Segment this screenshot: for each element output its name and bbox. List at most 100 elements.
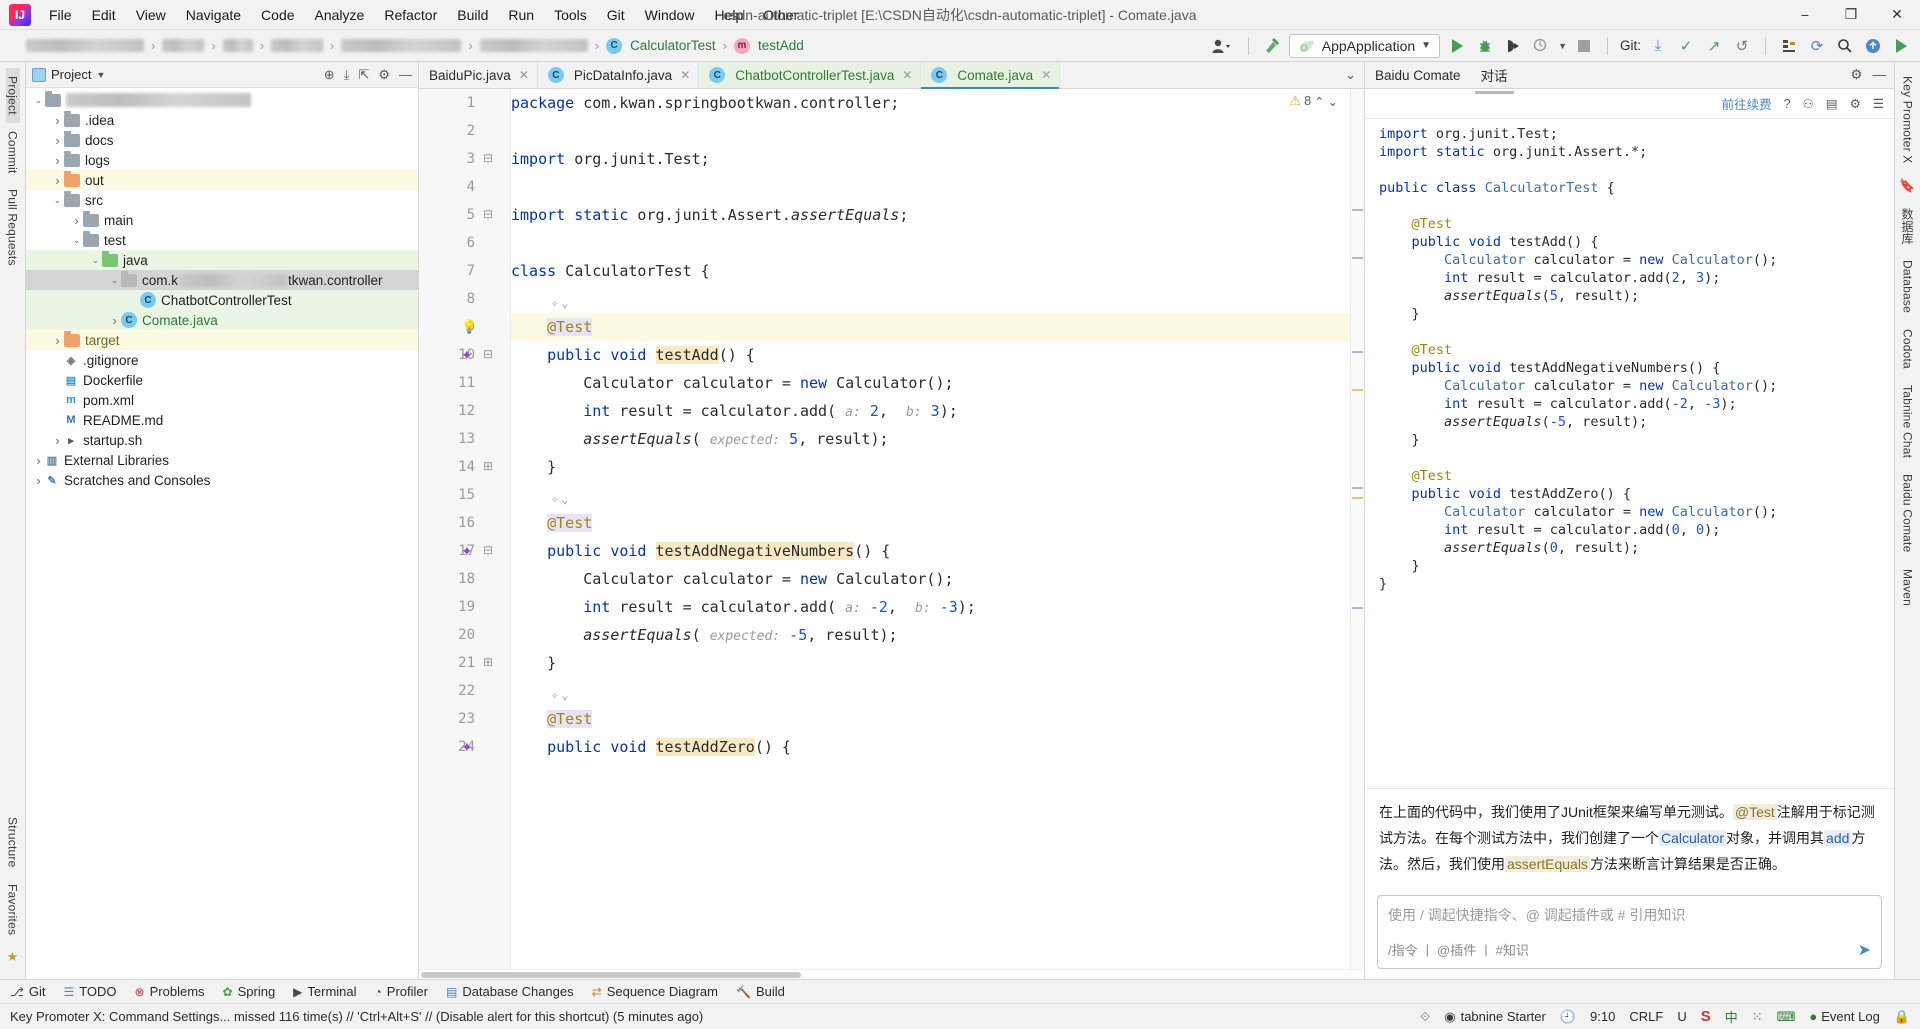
fold-marker-static-import[interactable]: ⊟ xyxy=(483,207,493,221)
account-icon[interactable]: ⚇ xyxy=(1803,96,1814,111)
tree-node[interactable]: › ▥ External Libraries xyxy=(26,450,418,470)
code-line[interactable] xyxy=(511,481,1364,509)
project-panel-title[interactable]: Project ▼ xyxy=(32,67,105,82)
code-line[interactable]: @Test xyxy=(511,509,1364,537)
chevron-right-icon[interactable]: › xyxy=(51,333,64,348)
code-line[interactable]: @Test xyxy=(511,705,1364,733)
encoding[interactable]: U xyxy=(1677,1009,1686,1024)
renew-link[interactable]: 前往续费 xyxy=(1722,94,1772,113)
code-content[interactable]: package com.kwan.springbootkwan.controll… xyxy=(511,89,1364,969)
menu-help[interactable]: Help xyxy=(704,3,753,27)
search-icon[interactable] xyxy=(1834,35,1856,57)
menu-window[interactable]: Window xyxy=(635,3,705,27)
settings-icon[interactable]: ⚙ xyxy=(1850,96,1861,111)
chevron-right-icon[interactable]: › xyxy=(32,473,45,488)
chevron-down-icon[interactable]: ⌄ xyxy=(70,235,83,246)
chevron-right-icon[interactable]: › xyxy=(51,433,64,448)
chevron-down-icon[interactable]: ⌄ xyxy=(51,195,64,206)
menu-icon[interactable]: ☰ xyxy=(1873,96,1884,111)
code-line[interactable]: class CalculatorTest { xyxy=(511,257,1364,285)
intention-bulb-icon[interactable]: 💡 xyxy=(461,319,477,335)
expand-icon[interactable]: ⇱ xyxy=(358,67,369,83)
rail-item-commit[interactable]: Commit xyxy=(6,123,20,182)
tree-node[interactable]: › ▸ startup.sh xyxy=(26,430,418,450)
comate-tab-main[interactable]: Baidu Comate xyxy=(1373,64,1463,87)
chevron-right-icon[interactable]: › xyxy=(70,213,83,228)
comate-inlay-hint[interactable]: ✧ ⌄ xyxy=(551,492,568,506)
menu-edit[interactable]: Edit xyxy=(82,3,126,27)
fold-marker-import[interactable]: ⊟ xyxy=(483,151,493,165)
caret-position[interactable]: 9:10 xyxy=(1590,1009,1615,1024)
menu-view[interactable]: View xyxy=(126,3,176,27)
star-icon[interactable]: ★ xyxy=(7,943,19,971)
editor-marker-strip[interactable] xyxy=(1350,89,1364,969)
code-line[interactable] xyxy=(511,229,1364,257)
breadcrumb-blurred-1[interactable] xyxy=(26,39,144,52)
code-line[interactable]: public void testAddNegativeNumbers() { xyxy=(511,537,1364,565)
chevron-down-icon[interactable]: ⌄ xyxy=(32,95,45,106)
update-icon[interactable]: ⟳ xyxy=(1806,35,1828,57)
send-icon[interactable]: ➤ xyxy=(1858,940,1871,960)
collapse-icon[interactable]: ⤓ xyxy=(344,67,350,83)
chevron-right-icon[interactable]: › xyxy=(32,453,45,468)
editor-tab-baidupic[interactable]: BaiduPic.java ✕ xyxy=(419,62,538,88)
code-line[interactable]: int result = calculator.add( a: 2, b: 3)… xyxy=(511,397,1364,425)
stop-icon[interactable] xyxy=(1573,35,1595,57)
code-line[interactable]: public void testAddZero() { xyxy=(511,733,1364,761)
close-icon[interactable]: ✕ xyxy=(680,68,690,82)
rail-item-pull-requests[interactable]: Pull Requests xyxy=(6,181,20,274)
code-line[interactable]: Calculator calculator = new Calculator()… xyxy=(511,369,1364,397)
fold-marker-method-1[interactable]: ⊟ xyxy=(483,347,493,361)
code-line[interactable] xyxy=(511,285,1364,313)
rail-item-maven[interactable]: Maven xyxy=(1901,561,1915,614)
chevron-up-icon[interactable]: ⌃ xyxy=(1314,94,1324,109)
code-line[interactable] xyxy=(511,677,1364,705)
tree-node[interactable]: ⌄ java xyxy=(26,250,418,270)
editor-gutter[interactable]: 1 2 3 4 5 6 7 8 9 10 11 12 13 14 15 16 17 18 19 20 21 22 23 24 ⊟… xyxy=(419,89,511,969)
help-icon[interactable]: ? xyxy=(1784,97,1791,111)
rail-item-key-promoter-x[interactable]: Key Promoter X xyxy=(1901,68,1915,172)
git-history-icon[interactable]: ↺ xyxy=(1731,35,1753,57)
breadcrumb-class[interactable]: CalculatorTest xyxy=(630,38,716,53)
profile-icon[interactable] xyxy=(1530,35,1552,57)
tree-node[interactable]: ⌄ test xyxy=(26,230,418,250)
build-icon[interactable] xyxy=(1261,35,1283,57)
minimize-icon[interactable]: — xyxy=(1873,67,1887,83)
menu-git[interactable]: Git xyxy=(597,3,635,27)
code-line[interactable]: Calculator calculator = new Calculator()… xyxy=(511,565,1364,593)
chevron-right-icon[interactable]: › xyxy=(51,133,64,148)
editor-hscrollbar[interactable] xyxy=(419,969,1364,979)
close-icon[interactable]: ✕ xyxy=(902,68,912,82)
tree-node[interactable]: C ChatbotControllerTest xyxy=(26,290,418,310)
rail-item-database-cn[interactable]: 数据库 xyxy=(1899,200,1916,253)
bottom-tool-database-changes[interactable]: ▤ Database Changes xyxy=(446,984,574,999)
code-line[interactable]: package com.kwan.springbootkwan.controll… xyxy=(511,89,1364,117)
coverage-icon[interactable] xyxy=(1502,35,1524,57)
close-button[interactable]: ✕ xyxy=(1874,0,1920,30)
target-icon[interactable]: ⊕ xyxy=(324,67,335,83)
breadcrumb-blurred-5[interactable] xyxy=(341,39,462,52)
chip-knowledge[interactable]: #知识 xyxy=(1496,940,1529,959)
gear-icon[interactable]: ⚙ xyxy=(378,67,390,83)
chevron-down-icon[interactable]: ▼ xyxy=(96,70,105,80)
git-update-icon[interactable]: ⤓ xyxy=(1647,35,1669,57)
run-test-gutter-icon-2[interactable]: ✦ xyxy=(461,543,473,560)
chevron-down-icon-2[interactable]: ▼ xyxy=(1558,41,1567,51)
tabnine-label[interactable]: ◉ tabnine Starter xyxy=(1444,1009,1546,1025)
bookmark-icon[interactable]: 🔖 xyxy=(1899,172,1915,200)
menu-build[interactable]: Build xyxy=(447,3,498,27)
chip-plugin[interactable]: @插件 xyxy=(1437,940,1476,959)
tree-node[interactable]: › ✎ Scratches and Consoles xyxy=(26,470,418,490)
debug-icon[interactable] xyxy=(1474,35,1496,57)
bottom-tool-spring[interactable]: ✿ Spring xyxy=(223,984,276,999)
status-message[interactable]: Key Promoter X: Command Settings... miss… xyxy=(10,1009,703,1024)
chevron-down-icon[interactable]: ⌄ xyxy=(89,255,102,266)
chevron-right-icon[interactable]: › xyxy=(108,313,121,328)
chevron-down-icon[interactable]: ⌄ xyxy=(108,275,121,286)
chevron-right-icon[interactable]: › xyxy=(51,173,64,188)
line-separator[interactable]: CRLF xyxy=(1629,1009,1663,1024)
chip-command[interactable]: /指令 xyxy=(1388,940,1418,959)
comate-input-box[interactable]: 使用 / 调起快捷指令、@ 调起插件或 # 引用知识 /指令 | @插件 | #… xyxy=(1377,895,1882,969)
chevron-right-icon[interactable]: › xyxy=(51,113,64,128)
code-line[interactable]: assertEquals( expected: 5, result); xyxy=(511,425,1364,453)
